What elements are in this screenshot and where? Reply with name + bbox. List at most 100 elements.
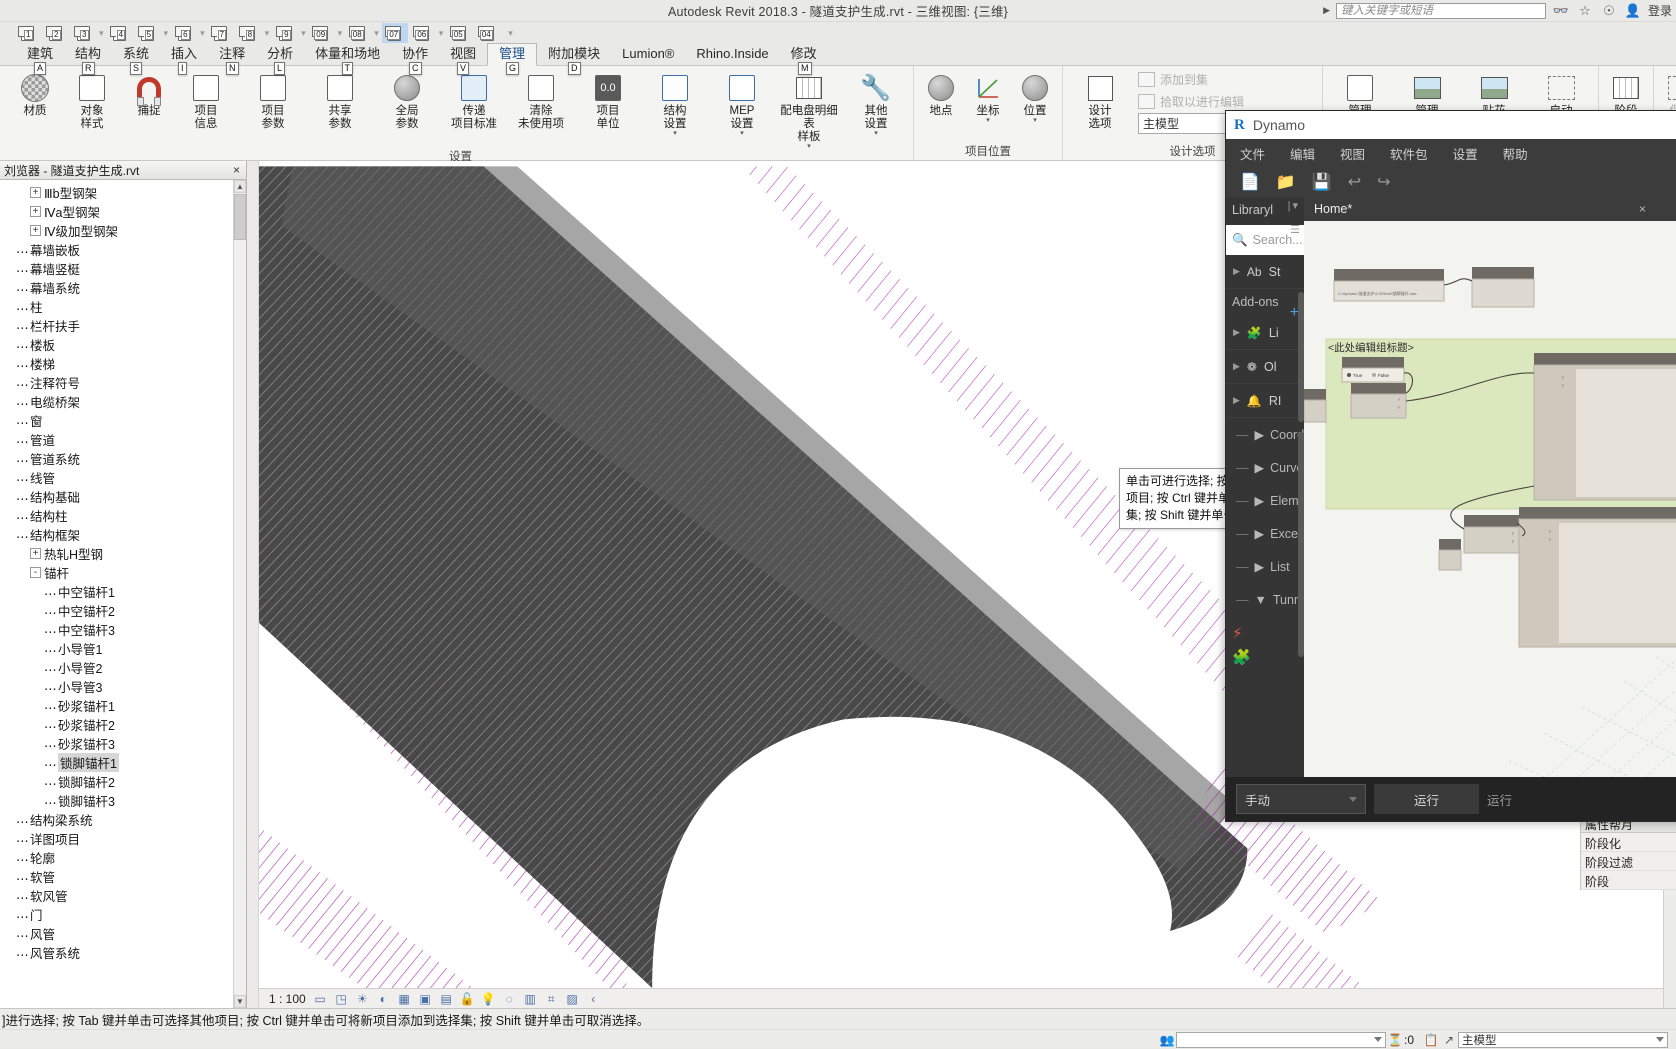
ribbon-button-object-styles[interactable]: 对象样式 [59,69,125,131]
question-icon[interactable]: ☉ [1600,3,1618,19]
tree-expander[interactable]: + [30,187,41,198]
lightning-icon[interactable]: ⚡ [1232,625,1243,642]
ribbon-button-transfer-standards[interactable]: 传递项目标准 [441,69,507,131]
qat-button-5[interactable]: 5 [135,23,161,43]
chevron-right-icon[interactable]: ▶ [1255,460,1265,475]
new-file-icon[interactable]: 📄 [1240,172,1260,192]
design-option-icon[interactable]: ↗ [1440,1032,1458,1048]
tree-expander[interactable]: - [30,567,41,578]
library-subcategory-Coord[interactable]: —▶Coord [1226,418,1304,451]
tree-item[interactable]: ⋯楼梯 [0,354,246,373]
tree-item[interactable]: ⋯软风管 [0,886,246,905]
qat-dropdown-arrow[interactable]: ▾ [301,28,306,39]
tree-item[interactable]: ⋯砂浆锚杆1 [0,696,246,715]
tree-item[interactable]: ⋯锁脚锚杆2 [0,772,246,791]
analytical-model-icon[interactable]: ▥ [523,992,538,1006]
workset-select[interactable] [1176,1032,1386,1048]
library-category-St[interactable]: ▶AbSt [1226,255,1304,289]
dynamo-menu-2[interactable]: 编辑 [1290,144,1315,163]
undo-icon[interactable]: ↩ [1348,172,1361,192]
qat-button-08[interactable]: 08 [345,23,371,43]
tree-item[interactable]: -锚杆 [0,563,246,582]
qat-button-2[interactable]: 2 [42,23,68,43]
puzzle-icon[interactable]: 🧩 [1232,649,1251,666]
unlocked-3d-icon[interactable]: 🔓 [460,992,475,1006]
tree-item[interactable]: ⋯中空锚杆3 [0,620,246,639]
tree-item[interactable]: ⋯轮廓 [0,848,246,867]
menu-hamburger-icon[interactable]: ☰ [1290,223,1300,236]
sun-path-icon[interactable]: ☀ [355,992,370,1006]
qat-button-9[interactable]: 9 [272,23,298,43]
ribbon-button-position-globe[interactable]: 位置▾ [1012,69,1058,124]
chevron-right-icon[interactable]: ▶ [1323,5,1330,16]
chevron-right-icon[interactable]: ▶ [1255,427,1265,442]
chevron-right-icon[interactable]: ▶ [1255,559,1265,574]
tree-item[interactable]: +Ⅳa型钢架 [0,202,246,221]
tree-expander[interactable]: + [30,206,41,217]
filter-icon[interactable]: |▾ [1288,199,1300,212]
tree-item[interactable]: +Ⅳ级加型钢架 [0,221,246,240]
qat-button-1[interactable]: 1 [14,23,40,43]
reveal-hidden-icon[interactable]: 💡 [481,992,496,1006]
binoculars-icon[interactable]: 👓 [1552,3,1570,19]
tree-item[interactable]: ⋯小导管2 [0,658,246,677]
ribbon-button-project-info[interactable]: 项目信息 [173,69,239,131]
worksets-icon[interactable]: 👥 [1158,1032,1176,1048]
visual-style-icon[interactable]: ◳ [334,992,349,1006]
dynamo-menu-bar[interactable]: 文件编辑视图软件包设置帮助 [1226,139,1676,167]
dynamo-menu-3[interactable]: 视图 [1340,144,1365,163]
tree-item[interactable]: ⋯结构柱 [0,506,246,525]
dynamo-workspace-tabbar[interactable]: Home* × [1304,197,1676,221]
ribbon-button-design-options[interactable]: 设计选项 [1067,69,1133,131]
filter-icon[interactable]: ⏳ [1386,1032,1404,1048]
tree-item[interactable]: ⋯窗 [0,411,246,430]
redo-icon[interactable]: ↪ [1377,172,1390,192]
worksharing-icon[interactable]: ▨ [565,992,580,1006]
tree-item[interactable]: ⋯管道 [0,430,246,449]
user-icon[interactable]: 👤 [1624,3,1642,19]
dynamo-menu-4[interactable]: 软件包 [1390,144,1428,163]
run-mode-select[interactable]: 手动 [1236,784,1366,814]
qat-dropdown-arrow[interactable]: ▾ [338,28,343,39]
qat-dropdown-arrow[interactable]: ▾ [265,28,270,39]
tree-item[interactable]: ⋯锁脚锚杆1 [0,753,246,772]
ribbon-tab-12[interactable]: Lumion® [611,44,685,65]
qat-button-3[interactable]: 3 [70,23,96,43]
tree-item[interactable]: ⋯软管 [0,867,246,886]
tree-item[interactable]: ⋯管道系统 [0,449,246,468]
ribbon-button-shared-params[interactable]: 共享参数 [307,69,373,131]
qat-button-06[interactable]: 06 [410,23,436,43]
library-subcategory-Curve[interactable]: —▶Curve [1226,451,1304,484]
library-category-Li[interactable]: ▶🧩Li [1226,316,1304,350]
property-row[interactable]: 阶段 [1581,871,1676,890]
tree-item[interactable]: ⋯风管系统 [0,943,246,962]
open-file-icon[interactable]: 📁 [1276,172,1296,192]
tree-item[interactable]: ⋯砂浆锚杆2 [0,715,246,734]
ribbon-button-project-units[interactable]: 0.0项目单位 [575,69,641,131]
library-subcategory-List[interactable]: —▶List [1226,550,1304,583]
tree-item[interactable]: +热轧H型钢 [0,544,246,563]
qat-dropdown-arrow[interactable]: ▾ [99,28,104,39]
crop-view-icon[interactable]: ▣ [418,992,433,1006]
run-button[interactable]: 运行 [1374,784,1479,814]
close-icon[interactable]: × [1639,202,1646,216]
ribbon-button-material-ball[interactable]: 材质 [12,69,58,118]
qat-dropdown-arrow[interactable]: ▾ [439,28,444,39]
dynamo-library-panel[interactable]: |▾ Libraryl ☰ 🔍 Search... ▶AbSt Add-ons … [1226,197,1304,777]
tree-item[interactable]: ⋯风管 [0,924,246,943]
tree-item[interactable]: ⋯中空锚杆2 [0,601,246,620]
view-scale-label[interactable]: 1 : 100 [269,992,306,1006]
chevron-right-icon[interactable]: ▶ [1233,266,1240,277]
scroll-up-icon[interactable]: ▲ [234,180,246,193]
dynamo-menu-6[interactable]: 帮助 [1503,144,1528,163]
dynamo-toolbar[interactable]: 📄 📁 💾 ↩ ↪ [1226,167,1676,197]
ribbon-button-other-settings-wrench[interactable]: 🔧其他设置▾ [843,69,909,137]
tree-item[interactable]: ⋯锁脚锚杆3 [0,791,246,810]
star-icon[interactable]: ☆ [1576,3,1594,19]
tree-item[interactable]: ⋯幕墙系统 [0,278,246,297]
qat-dropdown-arrow[interactable]: ▾ [164,28,169,39]
tree-scrollbar[interactable]: ▲ ▼ [233,180,246,1008]
qat-button-8[interactable]: 8 [236,23,262,43]
qat-dropdown-arrow[interactable]: ▾ [200,28,205,39]
ribbon-button-structure-settings[interactable]: 结构设置▾ [642,69,708,137]
